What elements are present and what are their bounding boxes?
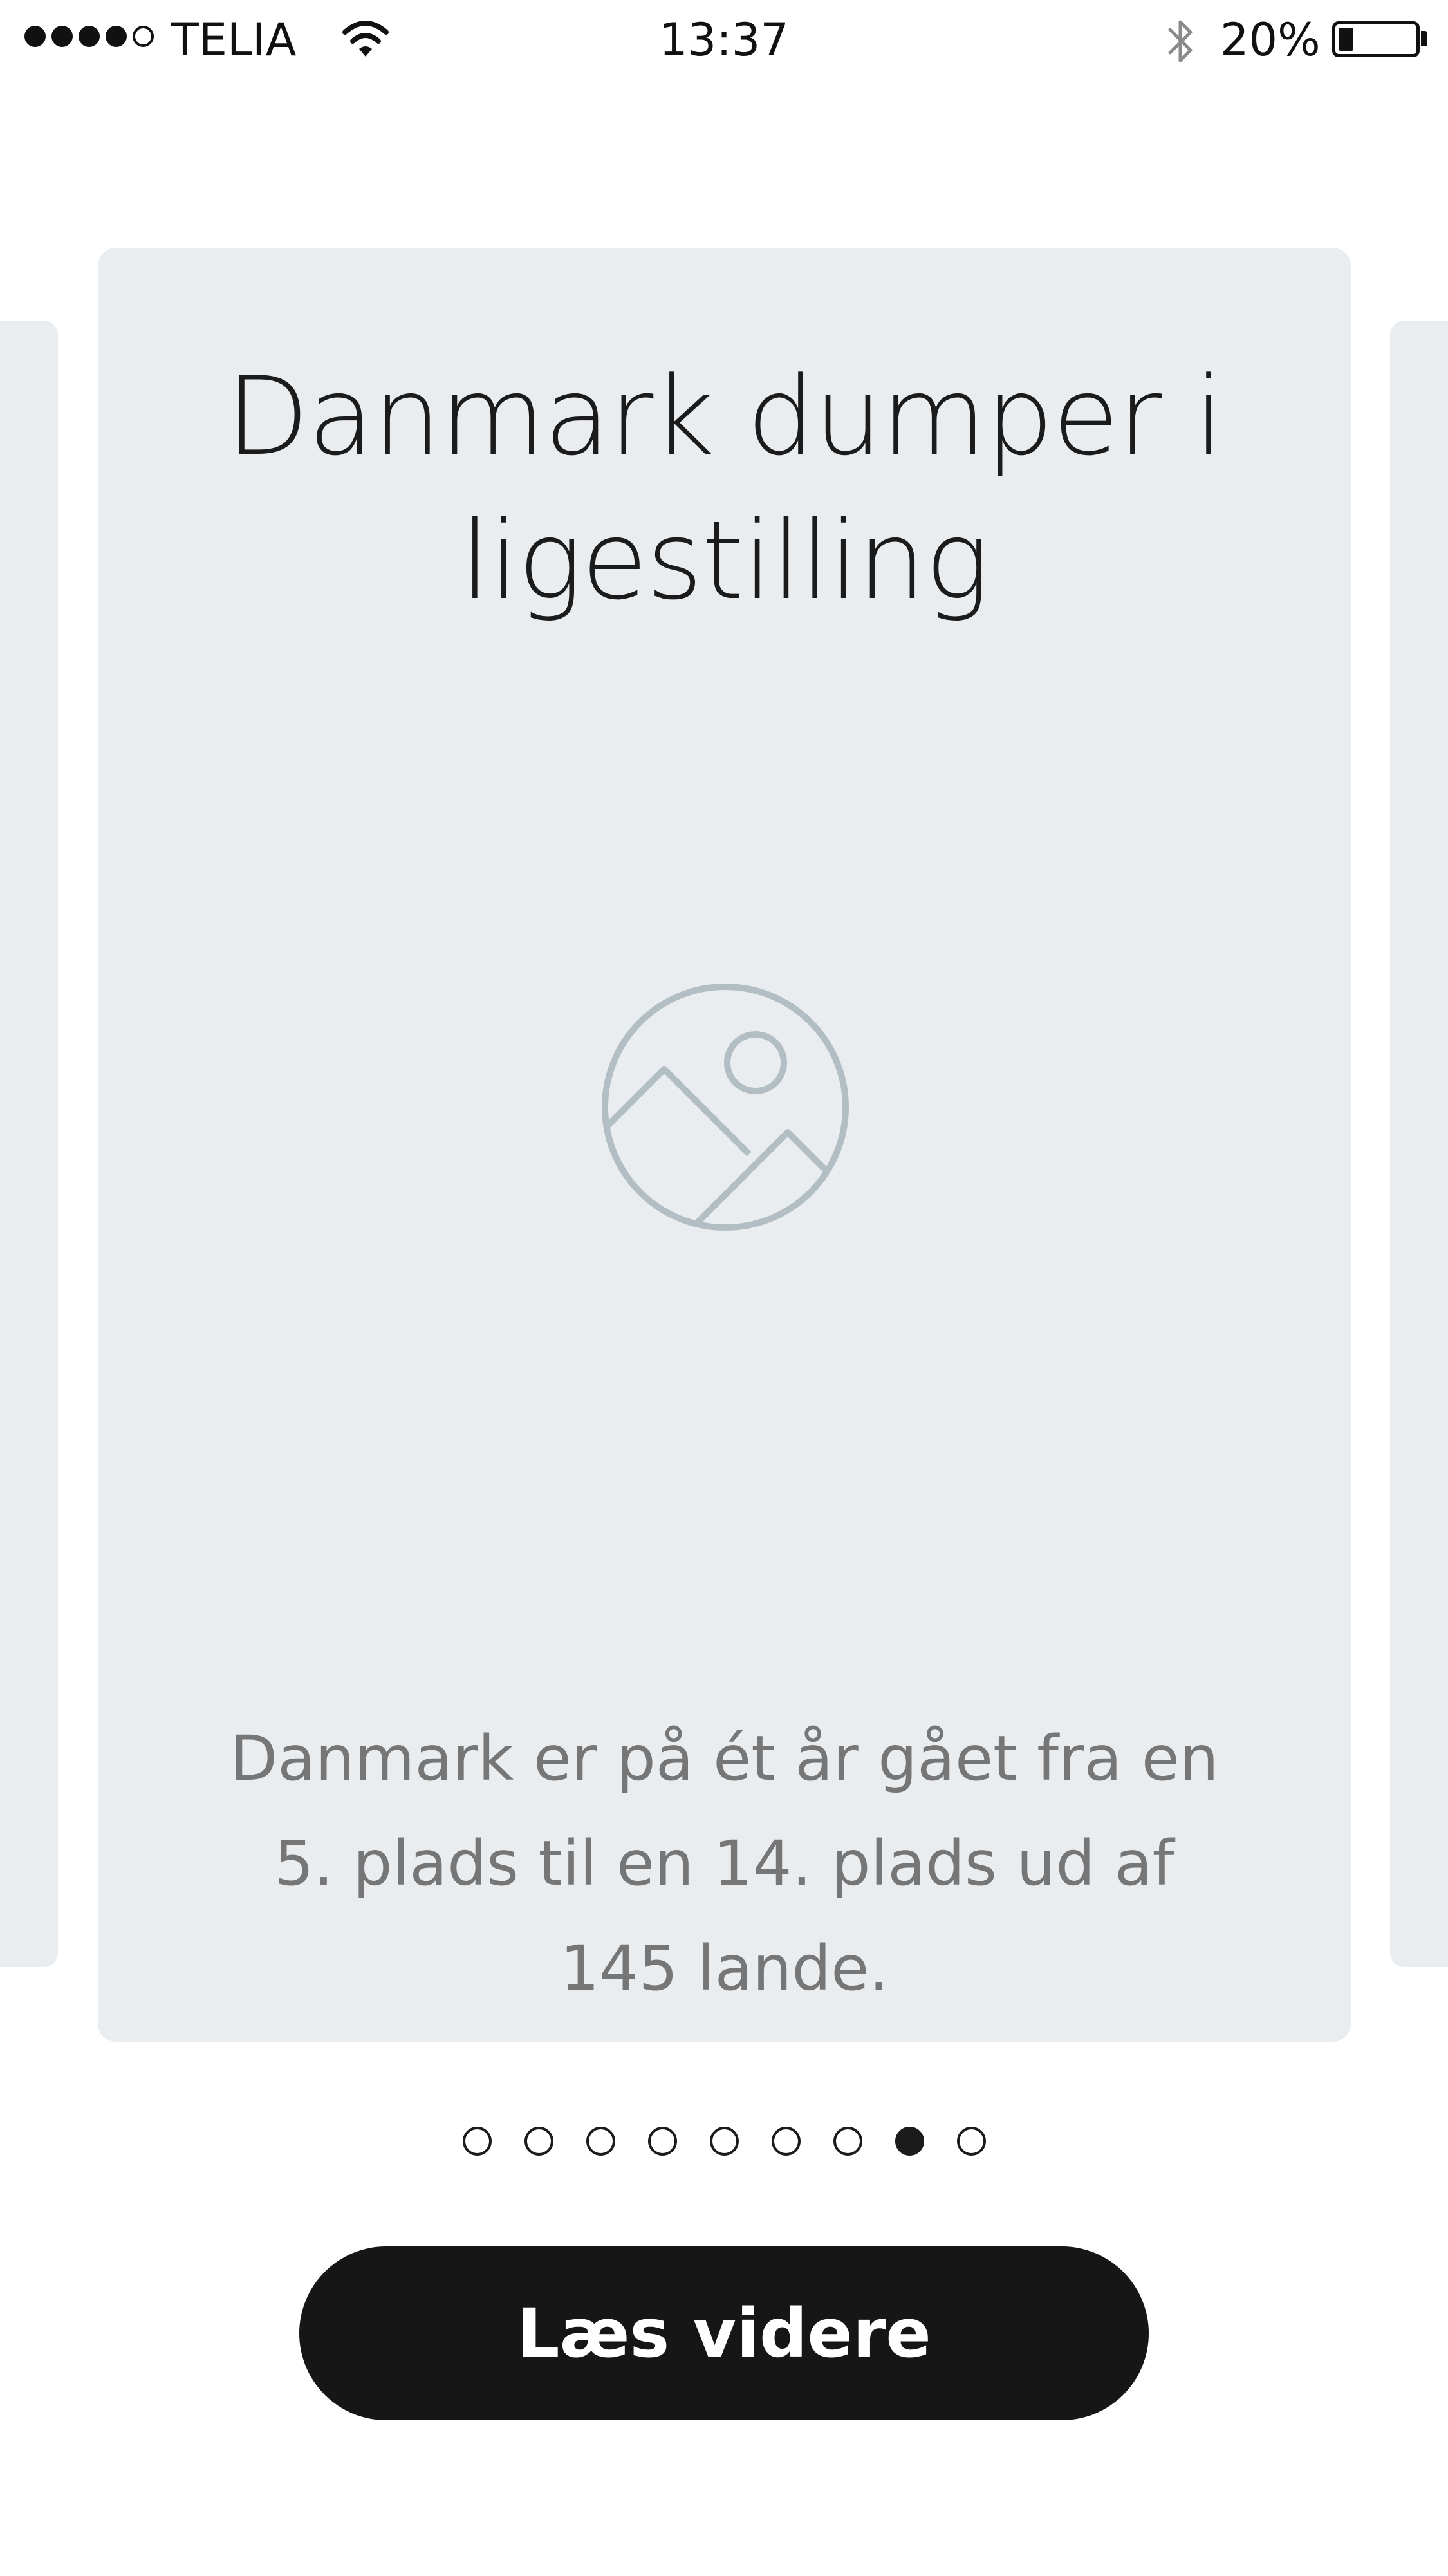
battery-icon <box>1332 21 1420 57</box>
card-body-text: Danmark er på ét år gået fra en 5. plads… <box>230 1722 1219 2004</box>
image-placeholder-icon <box>602 984 849 1231</box>
status-bar: TELIA 13:37 20% <box>0 0 1448 80</box>
next-card-peek[interactable] <box>1390 321 1448 1967</box>
battery-terminal <box>1421 31 1427 46</box>
article-card[interactable]: Danmark dumper i ligestilling Danmark er… <box>98 248 1351 2042</box>
pagination-dot-active[interactable] <box>895 2127 924 2156</box>
pagination-dot[interactable] <box>771 2127 801 2156</box>
read-more-button[interactable]: Læs videre <box>299 2246 1149 2420</box>
pagination-dot[interactable] <box>956 2127 986 2156</box>
pagination-dot[interactable] <box>586 2127 615 2156</box>
card-title: Danmark dumper i ligestilling <box>225 353 1224 624</box>
pagination-dot[interactable] <box>524 2127 553 2156</box>
pagination-dot[interactable] <box>647 2127 677 2156</box>
pagination-dot[interactable] <box>709 2127 739 2156</box>
bluetooth-icon <box>1168 20 1193 62</box>
pagination-dots[interactable] <box>0 2127 1448 2156</box>
battery-percentage: 20% <box>1220 14 1321 66</box>
pagination-dot[interactable] <box>833 2127 862 2156</box>
battery-level-fill <box>1339 28 1353 51</box>
previous-card-peek[interactable] <box>0 321 58 1967</box>
pagination-dot[interactable] <box>462 2127 492 2156</box>
